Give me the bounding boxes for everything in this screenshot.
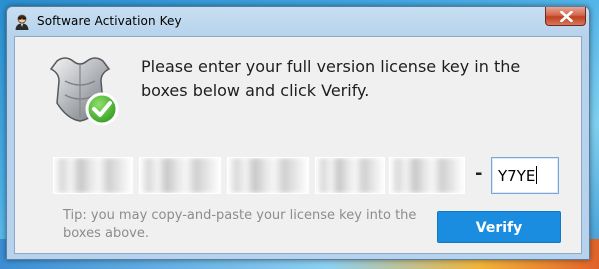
license-key-field-3[interactable] <box>227 157 309 194</box>
license-key-field-1[interactable] <box>53 157 133 194</box>
dialog-body: Please enter your full version license k… <box>14 36 582 254</box>
license-key-field-2[interactable] <box>139 157 221 194</box>
title-bar[interactable]: Software Activation Key <box>7 7 589 37</box>
user-avatar-icon <box>13 13 31 31</box>
close-icon <box>560 11 573 22</box>
license-key-field-5[interactable] <box>389 157 465 194</box>
window-title: Software Activation Key <box>37 14 182 28</box>
license-key-field-4[interactable] <box>315 157 385 194</box>
tip-text: Tip: you may copy-and-paste your license… <box>63 208 417 241</box>
instruction-text: Please enter your full version license k… <box>141 57 521 100</box>
text-caret <box>536 166 538 184</box>
shield-armor-check-icon <box>43 51 125 133</box>
close-button[interactable] <box>545 7 586 26</box>
verify-button[interactable]: Verify <box>437 211 561 243</box>
activation-dialog: Software Activation Key Please enter you… <box>6 6 590 260</box>
key-separator: - <box>475 163 483 184</box>
license-key-field-6-value: Y7YE <box>498 166 538 185</box>
license-key-field-6[interactable]: Y7YE <box>491 157 559 194</box>
